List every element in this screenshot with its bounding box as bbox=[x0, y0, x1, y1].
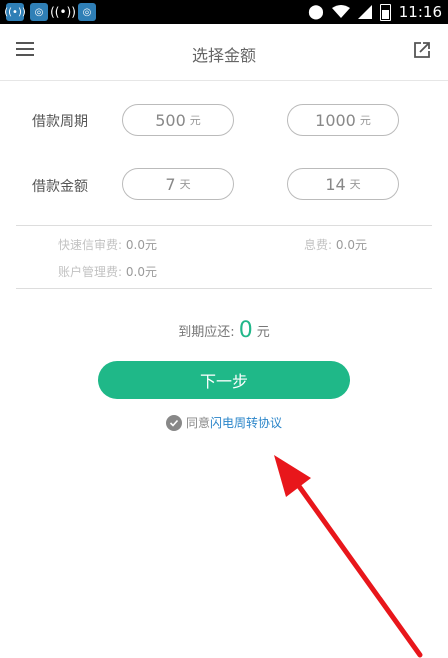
wifi-icon bbox=[331, 5, 350, 18]
page-title: 选择金额 bbox=[191, 46, 256, 65]
loan-period-option-1000[interactable]: 1000 元 bbox=[287, 104, 399, 136]
loan-amount-label: 借款金额 bbox=[32, 179, 88, 195]
app-notification-icon: ◎ bbox=[30, 3, 48, 21]
location-icon: ⬤ bbox=[308, 4, 324, 20]
battery-icon bbox=[379, 3, 391, 21]
loan-amount-option-14[interactable]: 14 天 bbox=[287, 168, 399, 200]
account-management-fee: 账户管理费: 0.0元 bbox=[58, 265, 157, 279]
agreement-link[interactable]: 闪电周转协议 bbox=[210, 414, 282, 431]
signal-icon bbox=[357, 5, 372, 19]
share-icon[interactable] bbox=[412, 40, 432, 60]
loan-amount-option-7[interactable]: 7 天 bbox=[122, 168, 234, 200]
wireless-icon: ((•)) bbox=[4, 3, 26, 21]
due-amount: 到期应还: 0 元 bbox=[178, 318, 270, 343]
hotspot-icon: ((•)) bbox=[50, 5, 76, 19]
agree-prefix: 同意 bbox=[185, 416, 210, 430]
status-bar: ((•)) ◎ ((•)) ◎ ⬤ 11:16 bbox=[0, 0, 448, 24]
express-review-fee: 快速信审费: 0.0元 bbox=[58, 238, 157, 252]
agreement-row: 同意 闪电周转协议 bbox=[0, 414, 448, 431]
next-step-button[interactable]: 下一步 bbox=[98, 361, 350, 399]
divider-top bbox=[16, 225, 432, 226]
app-header: 选择金额 bbox=[0, 24, 448, 81]
app-notification-icon-2: ◎ bbox=[78, 3, 96, 21]
loan-period-label: 借款周期 bbox=[32, 114, 88, 130]
interest-fee: 息费: 0.0元 bbox=[304, 238, 367, 252]
loan-period-option-500[interactable]: 500 元 bbox=[122, 104, 234, 136]
agree-check-icon[interactable] bbox=[165, 414, 182, 431]
divider-bottom bbox=[16, 288, 432, 289]
status-time: 11:16 bbox=[398, 3, 442, 21]
